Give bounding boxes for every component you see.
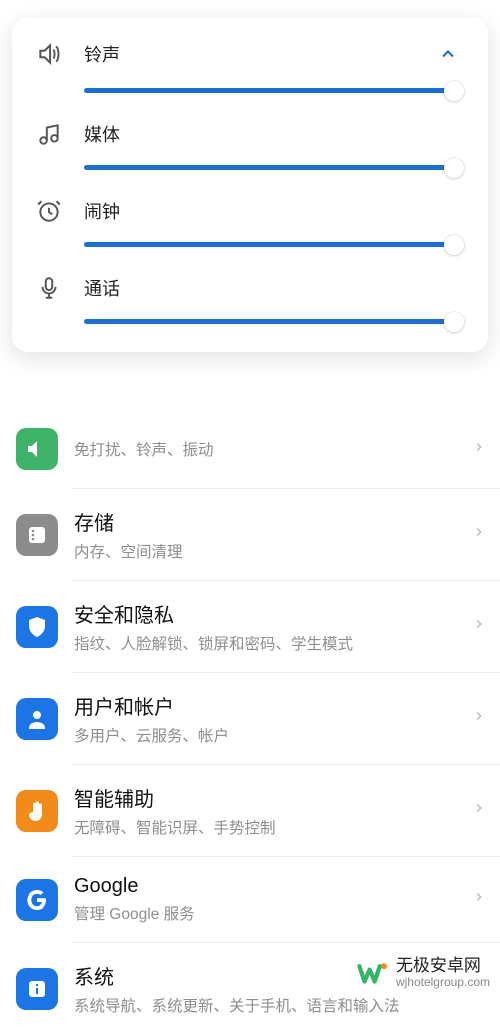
settings-sub: 指纹、人脸解锁、锁屏和密码、学生模式 xyxy=(74,632,472,654)
info-icon xyxy=(16,968,58,1010)
settings-row-text: 用户和帐户 多用户、云服务、帐户 xyxy=(74,691,472,746)
watermark: 无极安卓网 wjhotelgroup.com xyxy=(326,950,490,992)
watermark-logo-icon xyxy=(356,956,390,990)
settings-row-text: 安全和隐私 指纹、人脸解锁、锁屏和密码、学生模式 xyxy=(74,599,472,654)
settings-row-sound[interactable]: 免打扰、铃声、振动 xyxy=(0,410,500,488)
volume-panel: 铃声 媒体 闹钟 xyxy=(12,18,488,352)
settings-title: Google xyxy=(74,875,472,898)
settings-row-security[interactable]: 安全和隐私 指纹、人脸解锁、锁屏和密码、学生模式 xyxy=(0,581,500,672)
shield-icon xyxy=(16,606,58,648)
settings-row-google[interactable]: Google 管理 Google 服务 xyxy=(0,857,500,942)
volume-label: 铃声 xyxy=(84,41,120,67)
user-icon xyxy=(16,698,58,740)
settings-row-text: Google 管理 Google 服务 xyxy=(74,875,472,924)
settings-row-text: 免打扰、铃声、振动 xyxy=(74,438,472,460)
alarm-icon xyxy=(36,198,84,224)
settings-title: 用户和帐户 xyxy=(74,691,472,720)
settings-row-text: 智能辅助 无障碍、智能识屏、手势控制 xyxy=(74,783,472,838)
chevron-right-icon xyxy=(472,709,486,728)
settings-sub: 免打扰、铃声、振动 xyxy=(74,438,472,460)
google-icon xyxy=(16,879,58,921)
watermark-url: wjhotelgroup.com xyxy=(396,976,490,990)
settings-title: 存储 xyxy=(74,507,472,536)
settings-row-users[interactable]: 用户和帐户 多用户、云服务、帐户 xyxy=(0,673,500,764)
slider-thumb[interactable] xyxy=(444,312,464,332)
settings-sub: 内存、空间清理 xyxy=(74,540,472,562)
volume-label: 闹钟 xyxy=(84,198,120,224)
hand-icon xyxy=(16,790,58,832)
music-icon xyxy=(36,121,84,147)
settings-sub: 无障碍、智能识屏、手势控制 xyxy=(74,816,472,838)
speaker-icon xyxy=(36,41,84,67)
volume-label: 媒体 xyxy=(84,121,120,147)
settings-sub: 多用户、云服务、帐户 xyxy=(74,724,472,746)
chevron-right-icon xyxy=(472,440,486,459)
alarm-slider[interactable] xyxy=(84,242,454,247)
call-slider[interactable] xyxy=(84,319,454,324)
chevron-right-icon xyxy=(472,890,486,909)
volume-label: 通话 xyxy=(84,275,120,301)
chevron-up-icon xyxy=(438,44,458,64)
sound-icon xyxy=(16,428,58,470)
volume-row-media: 媒体 xyxy=(36,121,464,170)
slider-thumb[interactable] xyxy=(444,81,464,101)
collapse-button[interactable] xyxy=(432,38,464,70)
chevron-right-icon xyxy=(472,801,486,820)
settings-sub: 系统导航、系统更新、关于手机、语言和输入法 xyxy=(74,994,472,1016)
slider-thumb[interactable] xyxy=(444,235,464,255)
settings-sub: 管理 Google 服务 xyxy=(74,902,472,924)
chevron-right-icon xyxy=(472,525,486,544)
mic-icon xyxy=(36,275,84,301)
settings-title: 智能辅助 xyxy=(74,783,472,812)
chevron-right-icon xyxy=(472,617,486,636)
settings-title: 安全和隐私 xyxy=(74,599,472,628)
settings-row-text: 存储 内存、空间清理 xyxy=(74,507,472,562)
media-slider[interactable] xyxy=(84,165,454,170)
watermark-title: 无极安卓网 xyxy=(396,956,490,976)
settings-row-storage[interactable]: 存储 内存、空间清理 xyxy=(0,489,500,580)
volume-row-ringtone: 铃声 xyxy=(36,38,464,93)
storage-icon xyxy=(16,514,58,556)
slider-thumb[interactable] xyxy=(444,158,464,178)
volume-row-alarm: 闹钟 xyxy=(36,198,464,247)
ringtone-slider[interactable] xyxy=(84,88,454,93)
settings-row-smart-assist[interactable]: 智能辅助 无障碍、智能识屏、手势控制 xyxy=(0,765,500,856)
volume-row-call: 通话 xyxy=(36,275,464,324)
